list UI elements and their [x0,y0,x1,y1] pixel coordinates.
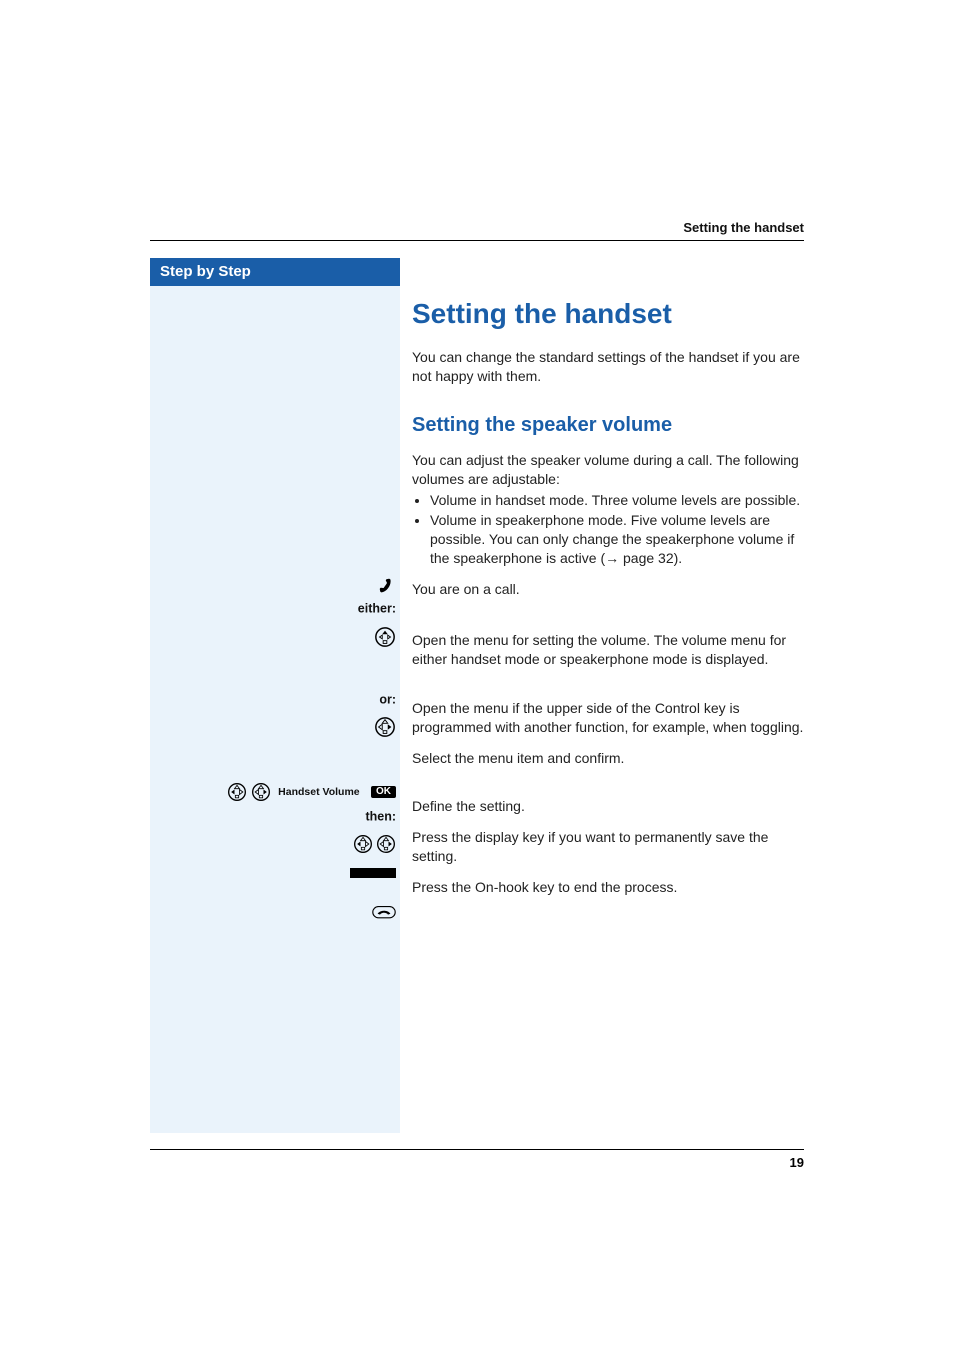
header-rule [150,240,804,241]
main-content: Setting the handset You can change the s… [412,258,804,909]
page-ref: → page 32 [605,550,674,566]
bullet-2: Volume in speakerphone mode. Five volume… [430,511,804,568]
display-key-icon [350,868,396,878]
bullet-2-post: ). [674,550,683,566]
footer-rule [150,1149,804,1150]
section-title: Setting the speaker volume [412,414,804,437]
then-label: then: [365,810,396,824]
side-then: then: [150,810,396,823]
control-key-right-icon-2 [376,834,396,854]
side-or: or: [150,693,396,706]
side-controlkeys-define [150,834,396,854]
select-confirm: Select the menu item and confirm. [412,749,804,768]
control-key-icon-b [251,782,271,802]
or-label: or: [379,693,396,707]
control-key-icon-a [227,782,247,802]
side-either: either: [150,602,396,615]
intro-paragraph: You can change the standard settings of … [412,348,804,386]
page-number: 19 [790,1155,804,1170]
define-setting: Define the setting. [412,797,804,816]
side-display-key [150,866,396,878]
on-call-text: You are on a call. [412,580,804,599]
handset-icon [378,578,396,596]
menu-item-label: Handset Volume [278,786,360,798]
side-controlkey-2 [150,716,396,738]
control-key-right-icon [374,716,396,738]
end-process: Press the On-hook key to end the process… [412,878,804,897]
section-desc: You can adjust the speaker volume during… [412,451,804,489]
side-controlkey-1 [150,626,396,648]
side-menu-select: Handset Volume OK [140,782,396,802]
open-menu-1: Open the menu for setting the volume. Th… [412,631,804,669]
running-head: Setting the handset [683,220,804,235]
save-setting: Press the display key if you want to per… [412,828,804,866]
side-handset [150,578,396,596]
open-menu-2: Open the menu if the upper side of the C… [412,699,804,737]
bullet-1: Volume in handset mode. Three volume lev… [430,491,804,510]
control-key-up-icon [374,626,396,648]
side-onhook [150,905,396,921]
ok-badge: OK [371,786,396,798]
sidebar-title: Step by Step [150,258,400,286]
control-key-left-icon [353,834,373,854]
onhook-key-icon [372,905,396,921]
bullet-list: Volume in handset mode. Three volume lev… [412,491,804,569]
page-title: Setting the handset [412,298,804,330]
either-label: either: [358,602,396,616]
